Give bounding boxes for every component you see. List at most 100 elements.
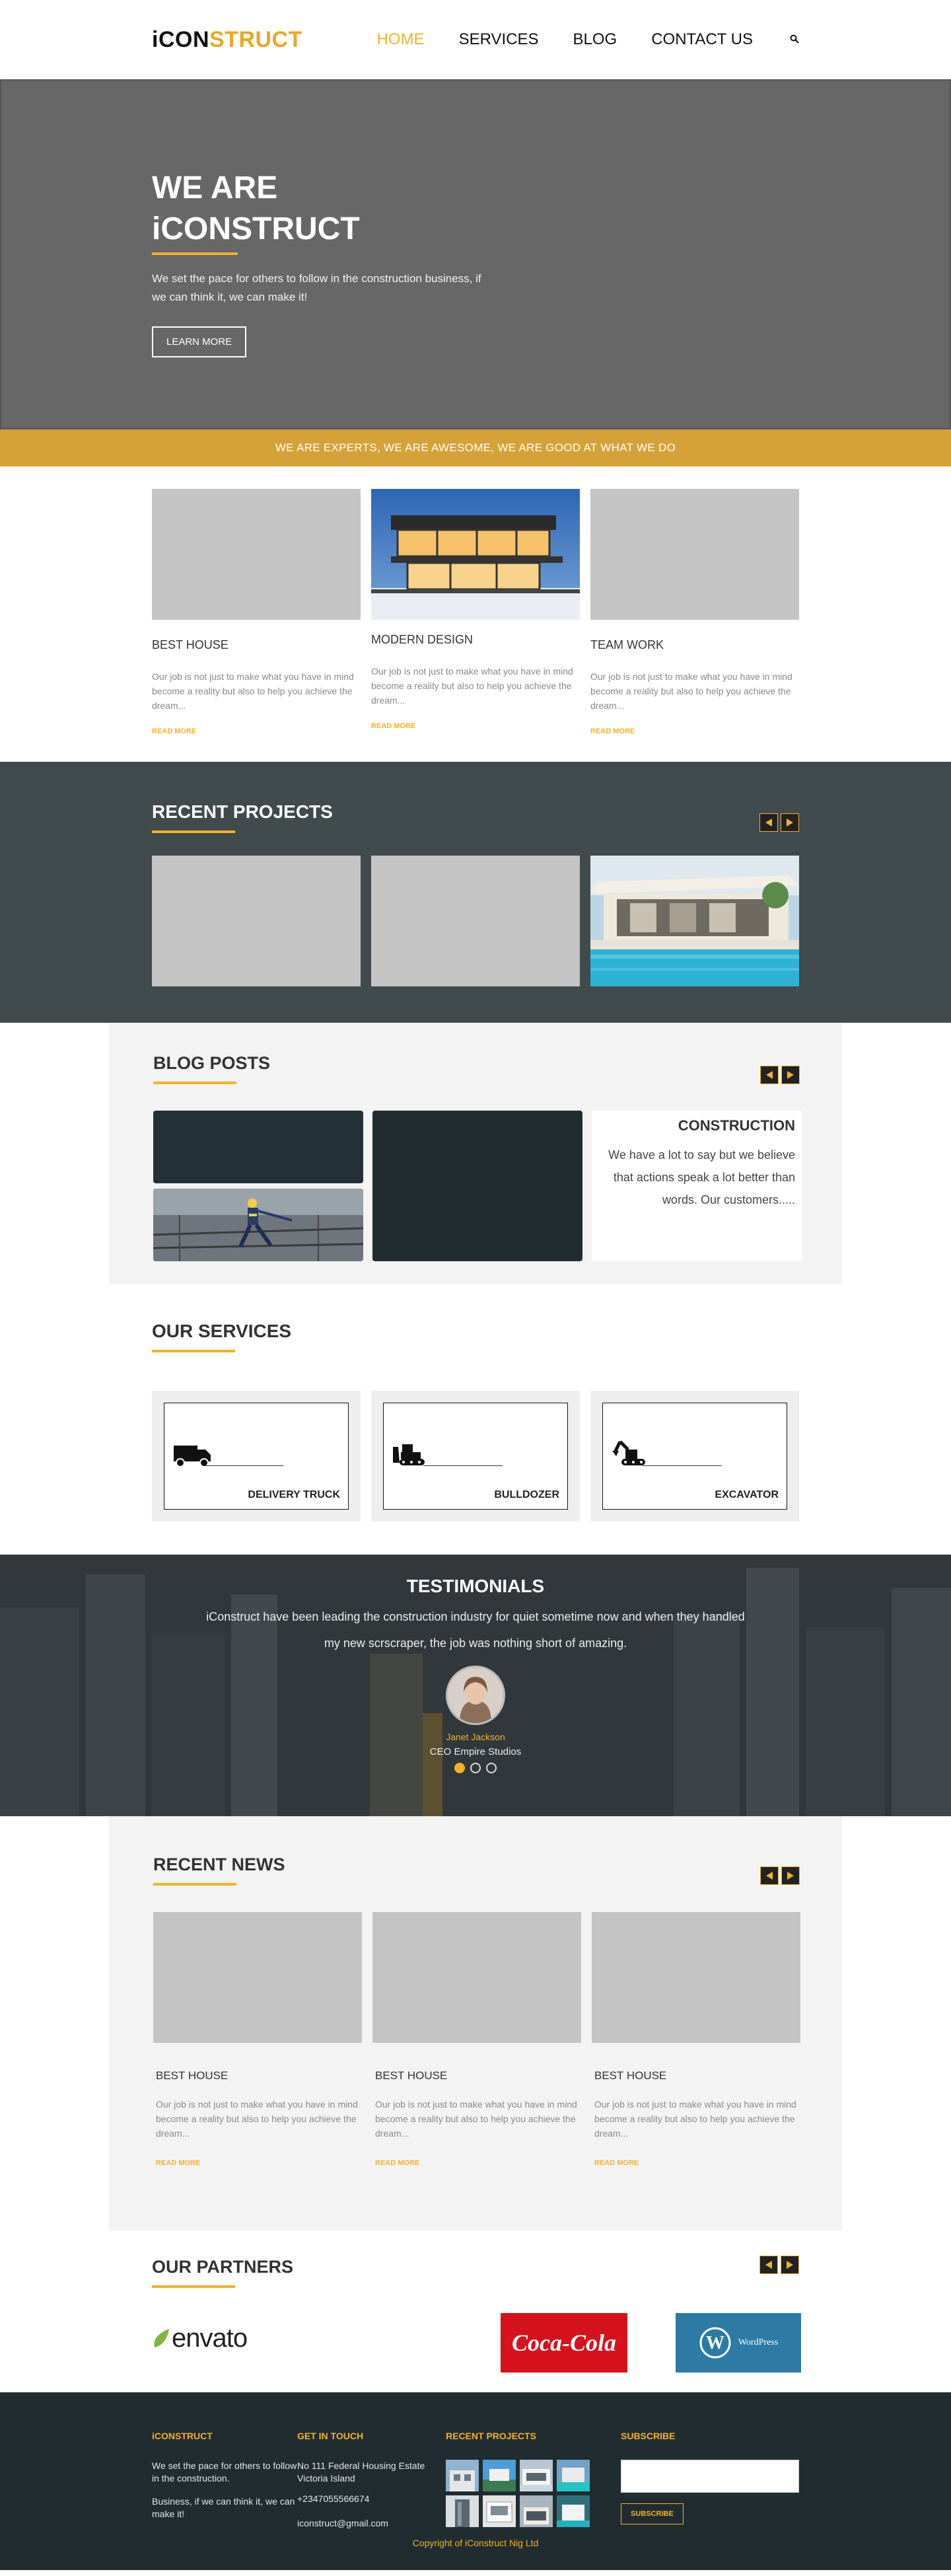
nav-services[interactable]: SERVICES	[459, 30, 539, 49]
footer-text: Business, if we can think it, we can mak…	[152, 2496, 295, 2519]
next-arrow-icon[interactable]	[781, 2256, 799, 2274]
hero-text: We set the pace for others to follow in …	[152, 272, 481, 303]
footer-heading: iCONSTRUCT	[152, 2431, 213, 2441]
news-image-placeholder[interactable]	[592, 1912, 800, 2043]
avatar	[446, 1666, 505, 1725]
feature-image-modern-house	[371, 489, 580, 620]
wordpress-logo[interactable]: W WordPress	[676, 2313, 801, 2373]
prev-arrow-icon[interactable]	[759, 813, 778, 832]
project-image-placeholder[interactable]	[152, 856, 361, 986]
news-row: BEST HOUSE Our job is not just to make w…	[153, 1912, 842, 2167]
hero-underline	[152, 252, 238, 255]
service-label: DELIVERY TRUCK	[248, 1489, 340, 1500]
feature-card: TEAM WORK Our job is not just to make wh…	[590, 489, 799, 735]
blog-column	[153, 1111, 363, 1261]
next-arrow-icon[interactable]	[781, 813, 799, 832]
service-divider	[423, 1465, 503, 1466]
project-thumbnail[interactable]	[520, 2460, 553, 2491]
leaf-icon	[154, 2328, 169, 2347]
footer-email[interactable]: iconstruct@gmail.com	[297, 2517, 446, 2530]
project-image-placeholder[interactable]	[371, 856, 580, 986]
project-thumbnail[interactable]	[446, 2460, 479, 2491]
feature-card: BEST HOUSE Our job is not just to make w…	[152, 489, 361, 735]
learn-more-button[interactable]: LEARN MORE	[152, 326, 247, 357]
main-menu: HOME SERVICES BLOG CONTACT US	[343, 30, 799, 49]
section-title: BLOG POSTS	[153, 1053, 271, 1073]
carousel-dot-active[interactable]	[454, 1763, 465, 1773]
read-more-link[interactable]: READ MORE	[371, 722, 580, 730]
feature-text: Our job is not just to make what you hav…	[371, 666, 573, 706]
feature-text: Our job is not just to make what you hav…	[152, 671, 354, 711]
project-thumbnail[interactable]	[483, 2495, 516, 2527]
footer-about: iCONSTRUCT We set the pace for others to…	[152, 2431, 297, 2530]
services-section: OUR SERVICES DELIVERY TRUCK BULLDOZER EX…	[0, 1284, 951, 1555]
nav-contact[interactable]: CONTACT US	[651, 30, 753, 49]
bulldozer-icon	[393, 1444, 425, 1465]
footer-phone[interactable]: +2347055566674	[297, 2493, 446, 2505]
nav-blog[interactable]: BLOG	[573, 30, 617, 49]
service-card[interactable]: BULLDOZER	[371, 1391, 580, 1522]
read-more-link[interactable]: READ MORE	[153, 2159, 362, 2167]
project-image-pool-house[interactable]	[590, 856, 799, 986]
footer: iCONSTRUCT We set the pace for others to…	[0, 2392, 951, 2570]
envato-logo[interactable]: envato	[152, 2324, 248, 2353]
project-thumbnail[interactable]	[557, 2460, 590, 2491]
news-card: BEST HOUSE Our job is not just to make w…	[592, 1912, 800, 2167]
title-underline	[153, 1082, 236, 1084]
feature-title: TEAM WORK	[590, 638, 664, 651]
news-image-placeholder[interactable]	[372, 1912, 581, 2043]
read-more-link[interactable]: READ MORE	[152, 727, 361, 735]
blog-tile[interactable]	[372, 1111, 582, 1261]
projects-row	[152, 856, 799, 986]
modern-house-image	[371, 489, 580, 620]
read-more-link[interactable]: READ MORE	[590, 727, 799, 735]
project-thumbnails	[446, 2460, 621, 2527]
coca-cola-logo[interactable]: Coca-Cola	[501, 2313, 627, 2373]
service-divider	[204, 1465, 283, 1466]
wordpress-icon: W	[699, 2327, 731, 2359]
blog-tile[interactable]	[153, 1111, 363, 1183]
project-thumbnail[interactable]	[446, 2495, 479, 2527]
carousel-arrows	[760, 1066, 800, 1084]
read-more-link[interactable]: READ MORE	[372, 2159, 581, 2167]
partners-section: OUR PARTNERS envato Coca-Cola W WordPres…	[0, 2230, 951, 2392]
feature-image-placeholder	[590, 489, 799, 620]
project-thumbnail[interactable]	[483, 2460, 516, 2491]
project-thumbnail[interactable]	[557, 2495, 590, 2527]
section-title: OUR PARTNERS	[152, 2257, 294, 2277]
site-logo[interactable]: iCONSTRUCT	[152, 27, 302, 53]
tagline-banner: WE ARE EXPERTS, WE ARE AWESOME, WE ARE G…	[0, 429, 951, 466]
hero-section: WE ARE iCONSTRUCT We set the pace for oth…	[0, 79, 951, 429]
prev-arrow-icon[interactable]	[760, 1866, 779, 1885]
carousel-dot[interactable]	[470, 1763, 481, 1773]
blog-post-card[interactable]: CONSTRUCTION We have a lot to say but we…	[592, 1111, 802, 1261]
next-arrow-icon[interactable]	[781, 1066, 800, 1084]
search-icon[interactable]	[790, 33, 799, 47]
carousel-dot[interactable]	[486, 1763, 497, 1773]
service-card[interactable]: EXCAVATOR	[590, 1391, 799, 1522]
project-thumbnail[interactable]	[520, 2495, 553, 2527]
footer-text: We set the pace for others to follow in …	[152, 2460, 297, 2484]
carousel-arrows	[759, 813, 799, 832]
title-underline	[152, 830, 235, 833]
prev-arrow-icon[interactable]	[759, 2256, 778, 2274]
carousel-arrows	[760, 1866, 800, 1885]
subscribe-email-input[interactable]	[621, 2460, 799, 2493]
read-more-link[interactable]: READ MORE	[592, 2159, 800, 2167]
section-title: TESTIMONIALS	[406, 1576, 545, 1596]
service-box: DELIVERY TRUCK	[164, 1403, 349, 1510]
service-box: BULLDOZER	[383, 1403, 568, 1510]
service-box: EXCAVATOR	[602, 1403, 787, 1510]
news-image-placeholder[interactable]	[153, 1912, 362, 2043]
next-arrow-icon[interactable]	[781, 1866, 800, 1885]
prev-arrow-icon[interactable]	[760, 1066, 779, 1084]
blog-post-text: We have a lot to say but we believe that…	[608, 1148, 795, 1206]
nav-home[interactable]: HOME	[377, 30, 425, 49]
truck-icon	[174, 1446, 211, 1467]
news-title: BEST HOUSE	[156, 2069, 229, 2082]
blog-posts-section: BLOG POSTS CONSTRUCTION We have a lot to…	[109, 1023, 842, 1284]
top-navbar: iCONSTRUCT HOME SERVICES BLOG CONTACT US	[0, 0, 951, 79]
service-card[interactable]: DELIVERY TRUCK	[152, 1391, 361, 1522]
blog-worker-image[interactable]	[153, 1189, 363, 1261]
subscribe-button[interactable]: SUBSCRIBE	[621, 2503, 684, 2524]
